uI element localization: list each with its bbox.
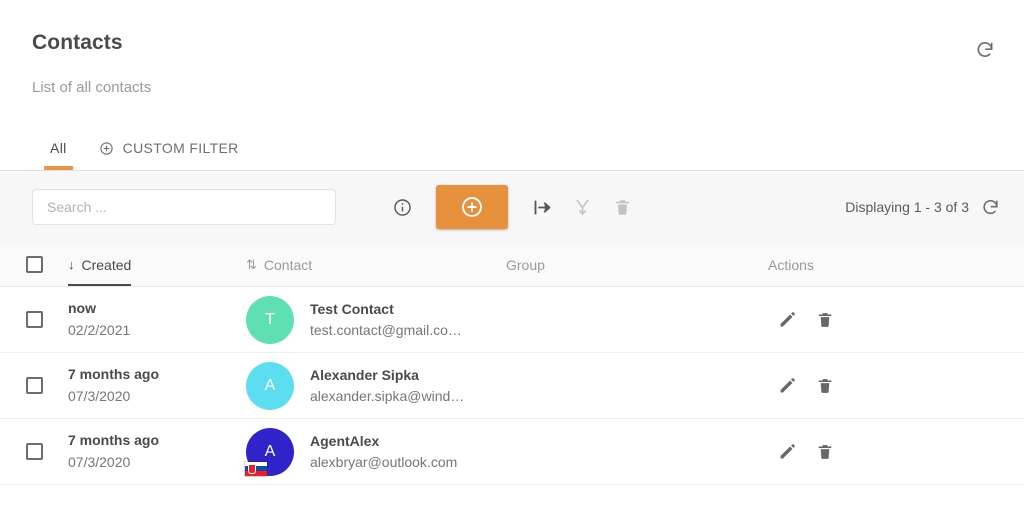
- pagination-label: Displaying 1 - 3 of 3: [845, 199, 969, 215]
- select-all-checkbox[interactable]: [25, 256, 43, 273]
- row-checkbox[interactable]: [25, 311, 43, 328]
- column-header-group-label: Group: [506, 256, 545, 273]
- header-refresh-button[interactable]: [970, 35, 1000, 65]
- row-created-cell: now 02/2/2021: [68, 287, 246, 352]
- row-edit-button[interactable]: [768, 301, 806, 339]
- row-contact-cell: A Alexander Sipka alexander.sipka@wind…: [246, 361, 506, 410]
- row-select-cell: [0, 311, 68, 328]
- row-contact-email: test.contact@gmail.co…: [310, 321, 462, 338]
- sort-desc-icon: ↓: [68, 257, 75, 272]
- column-header-contact-label: Contact: [263, 256, 313, 273]
- page-header: Contacts List of all contacts All CUSTOM…: [0, 0, 1024, 170]
- trash-icon: [816, 311, 834, 329]
- plus-circle-icon: [99, 141, 114, 156]
- row-contact-cell: A AgentAlex alexbryar@outlook.com: [244, 427, 506, 477]
- column-header-created-label: Created: [81, 256, 132, 273]
- row-contact-cell: T Test Contact test.contact@gmail.co…: [246, 295, 506, 344]
- row-delete-button[interactable]: [806, 433, 844, 471]
- row-delete-button[interactable]: [806, 301, 844, 339]
- column-header-contact[interactable]: ⇅ Contact: [246, 257, 506, 273]
- search-input[interactable]: [32, 189, 336, 225]
- info-circle-icon: [393, 198, 412, 217]
- row-created-date: 07/3/2020: [68, 388, 131, 404]
- contacts-page: Contacts List of all contacts All CUSTOM…: [0, 0, 1024, 521]
- trash-icon: [613, 198, 632, 217]
- row-checkbox[interactable]: [25, 377, 43, 394]
- tab-all-label: All: [50, 140, 67, 156]
- row-contact-email: alexbryar@outlook.com: [310, 453, 458, 470]
- tab-bar: All CUSTOM FILTER: [32, 126, 992, 170]
- avatar: A: [246, 361, 294, 410]
- pagination-area: Displaying 1 - 3 of 3: [845, 198, 1000, 217]
- toolbar: Displaying 1 - 3 of 3: [0, 171, 1024, 243]
- table-header-row: ↓ Created ⇅ Contact Group Actions: [0, 243, 1024, 287]
- export-arrow-icon: [532, 197, 553, 218]
- row-created-date: 07/3/2020: [68, 454, 131, 470]
- slovakia-flag-icon: [244, 460, 268, 477]
- refresh-icon: [975, 40, 995, 60]
- row-actions-cell: [758, 433, 1024, 471]
- row-contact-name: Test Contact: [310, 300, 394, 317]
- merge-button[interactable]: [562, 187, 602, 227]
- row-created-relative: 7 months ago: [68, 366, 160, 382]
- row-created-cell: 7 months ago 07/3/2020: [68, 353, 246, 418]
- info-button[interactable]: [382, 187, 422, 227]
- column-header-actions-label: Actions: [768, 256, 814, 273]
- table-row[interactable]: now 02/2/2021 T Test Contact test.contac…: [0, 287, 1024, 353]
- pencil-icon: [778, 443, 796, 461]
- row-actions-cell: [758, 301, 1024, 339]
- row-delete-button[interactable]: [806, 367, 844, 405]
- column-header-actions: Actions: [758, 257, 1024, 273]
- avatar: T: [246, 295, 294, 344]
- tab-custom-filter-label: CUSTOM FILTER: [122, 140, 239, 156]
- tab-all[interactable]: All: [34, 126, 83, 170]
- row-select-cell: [0, 443, 68, 460]
- pencil-icon: [778, 377, 796, 395]
- row-edit-button[interactable]: [768, 367, 806, 405]
- row-edit-button[interactable]: [768, 433, 806, 471]
- delete-selected-button[interactable]: [602, 187, 642, 227]
- refresh-icon: [981, 198, 1000, 217]
- plus-circle-icon: [460, 195, 484, 219]
- toolbar-refresh-button[interactable]: [981, 198, 1000, 217]
- row-select-cell: [0, 377, 68, 394]
- row-contact-email: alexander.sipka@wind…: [310, 387, 465, 404]
- select-all-cell: [0, 256, 68, 273]
- column-header-group[interactable]: Group: [506, 257, 758, 273]
- table-row[interactable]: 7 months ago 07/3/2020 A AgentAlex alexb…: [0, 419, 1024, 485]
- contacts-table: ↓ Created ⇅ Contact Group Actions now 02…: [0, 243, 1024, 521]
- row-created-relative: now: [68, 300, 96, 316]
- row-contact-name: Alexander Sipka: [310, 366, 419, 383]
- table-row[interactable]: 7 months ago 07/3/2020 A Alexander Sipka…: [0, 353, 1024, 419]
- page-title: Contacts: [32, 31, 123, 54]
- row-contact-name: AgentAlex: [310, 432, 380, 449]
- toolbar-actions: [382, 185, 642, 229]
- row-created-relative: 7 months ago: [68, 432, 160, 448]
- row-checkbox[interactable]: [25, 443, 43, 460]
- page-subtitle: List of all contacts: [32, 79, 152, 96]
- pencil-icon: [778, 311, 796, 329]
- export-button[interactable]: [522, 187, 562, 227]
- trash-icon: [816, 377, 834, 395]
- add-contact-button[interactable]: [436, 185, 508, 229]
- avatar-initial: A: [246, 361, 294, 410]
- avatar-initial: T: [246, 295, 294, 344]
- sort-none-icon: ⇅: [246, 257, 257, 272]
- row-created-date: 02/2/2021: [68, 322, 131, 338]
- tab-custom-filter[interactable]: CUSTOM FILTER: [83, 126, 255, 170]
- avatar: A: [244, 427, 294, 477]
- row-actions-cell: [758, 367, 1024, 405]
- merge-icon: [572, 197, 593, 218]
- row-created-cell: 7 months ago 07/3/2020: [68, 419, 246, 484]
- trash-icon: [816, 443, 834, 461]
- column-header-created[interactable]: ↓ Created: [68, 243, 246, 286]
